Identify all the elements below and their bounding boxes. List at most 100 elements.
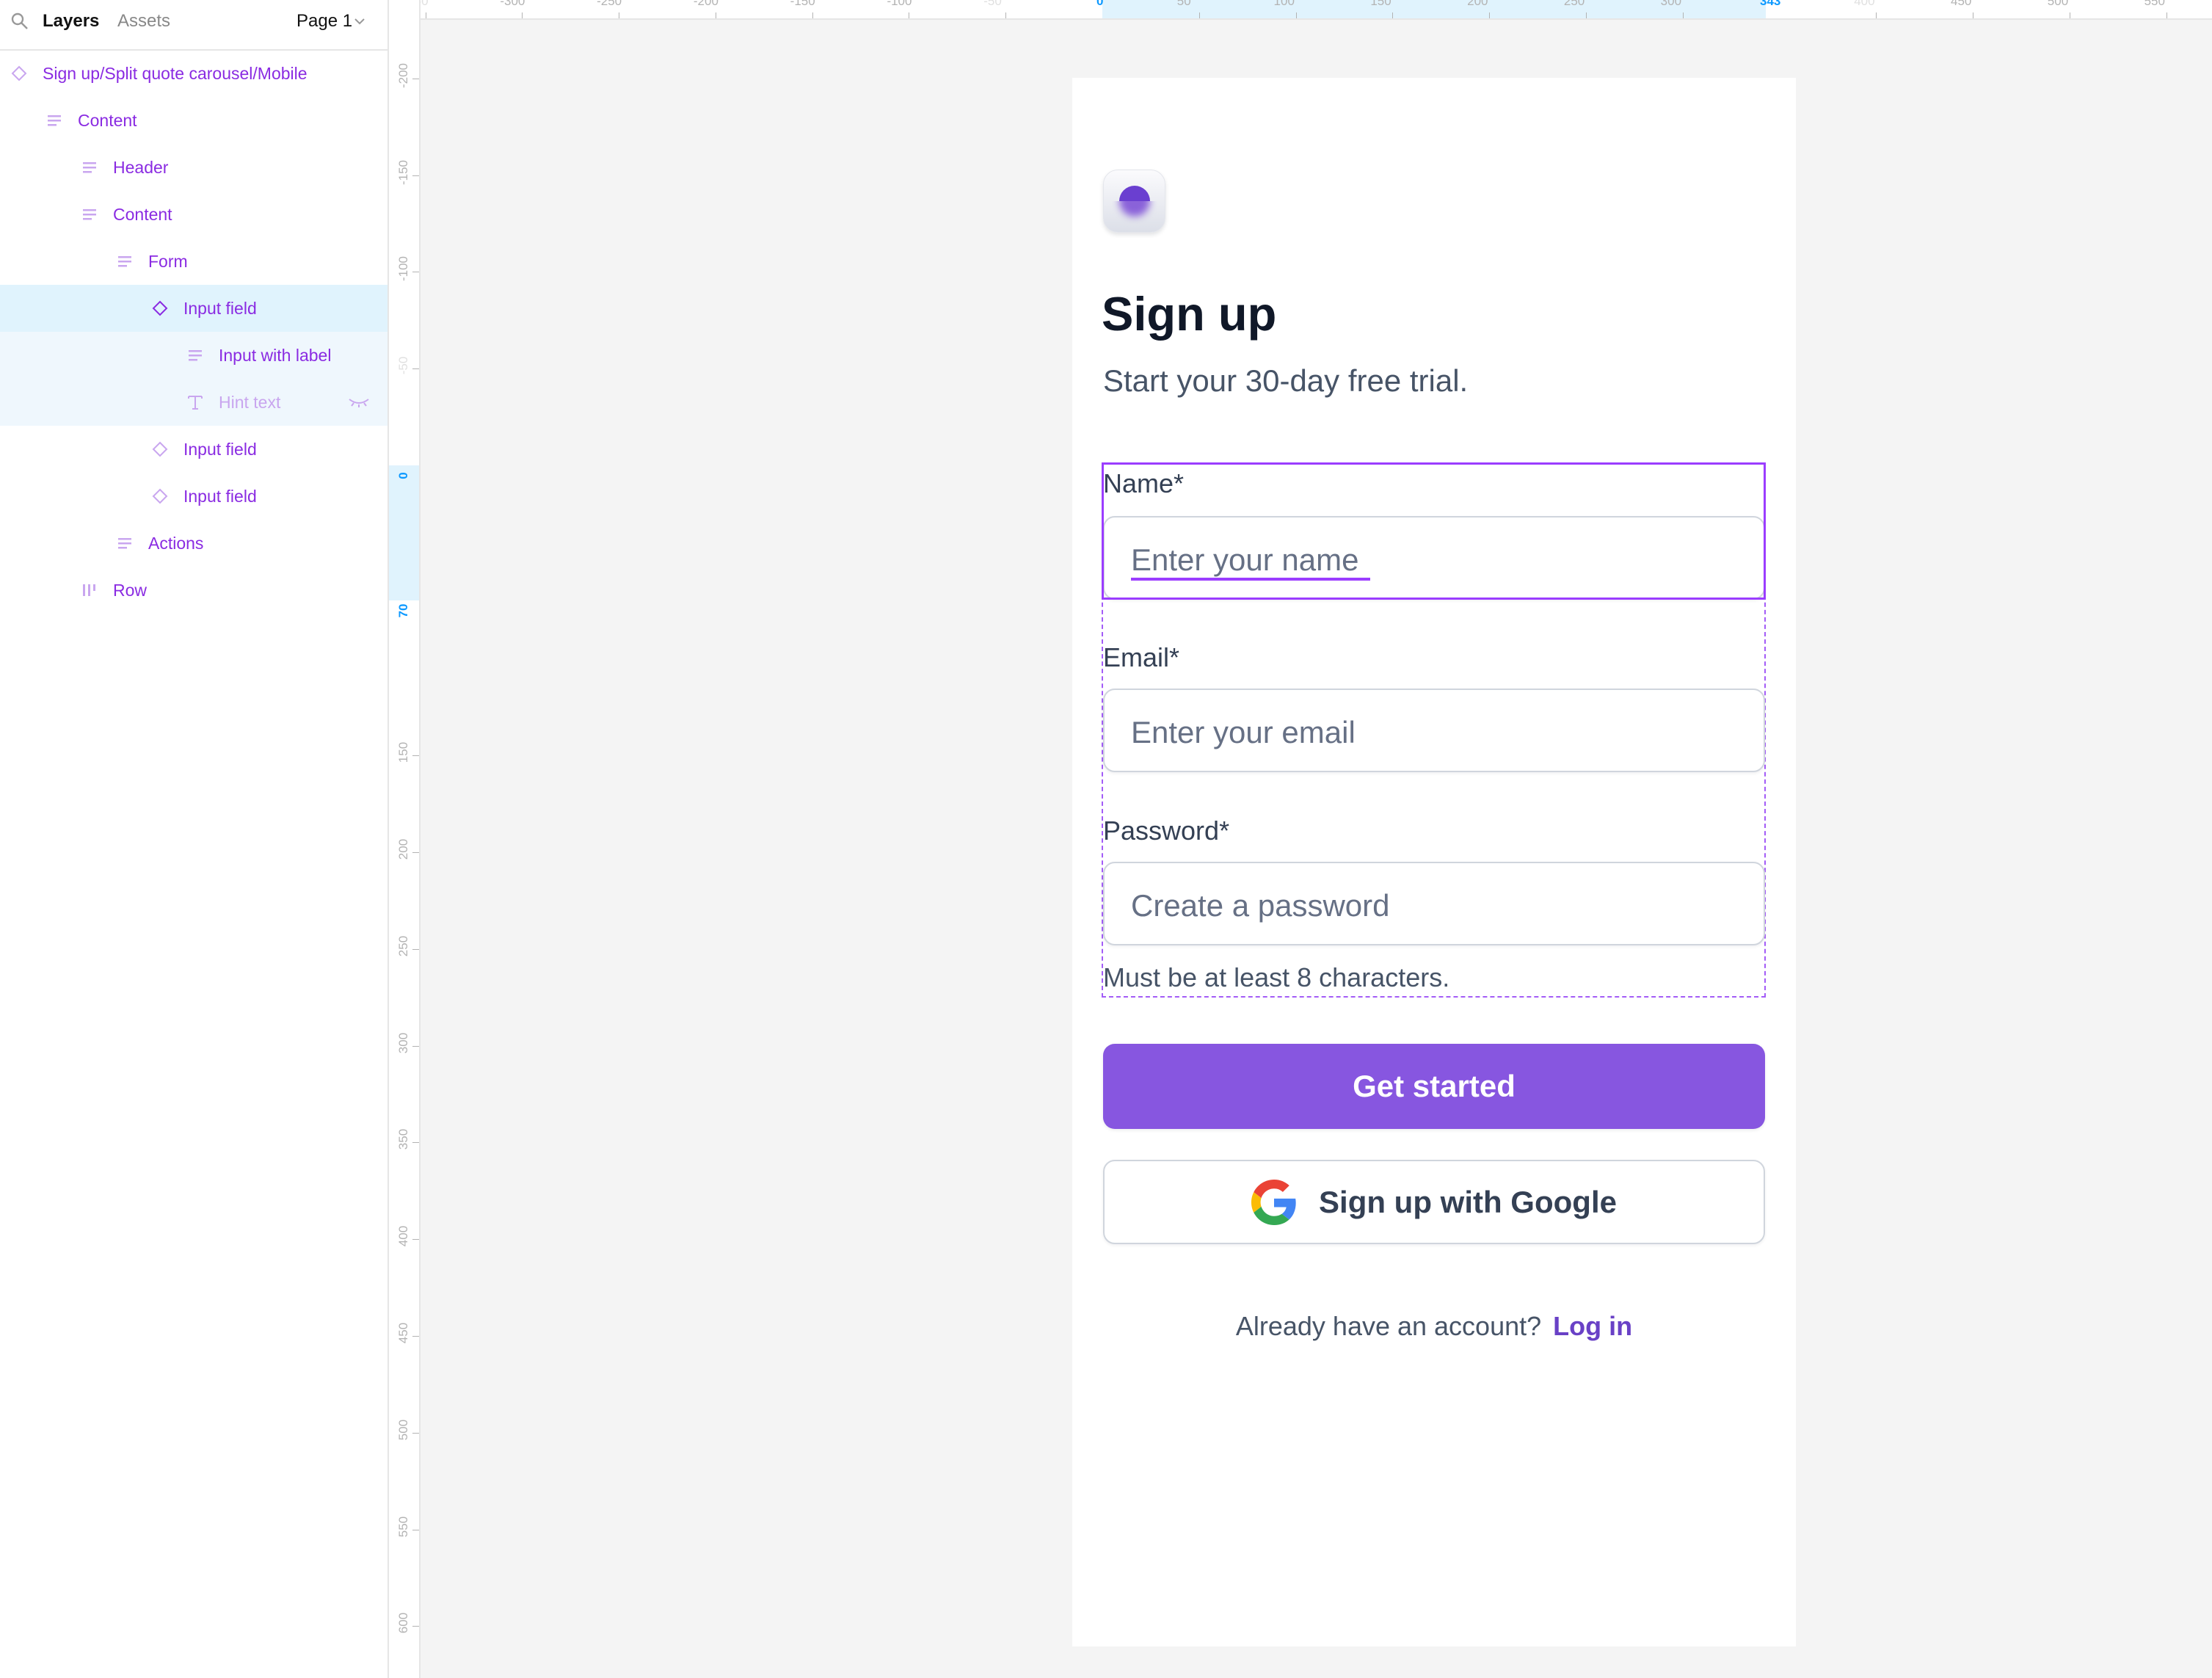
layers-panel-header: Layers Assets Page 1 bbox=[0, 0, 388, 51]
ruler-label: -200 bbox=[396, 62, 410, 88]
search-icon[interactable] bbox=[10, 12, 29, 31]
ruler-tick bbox=[412, 755, 419, 757]
chevron-down-icon[interactable] bbox=[354, 17, 365, 26]
selected-input-field-outline bbox=[1102, 462, 1766, 600]
ruler-label: 200 bbox=[396, 838, 410, 860]
ruler-label: -150 bbox=[396, 159, 410, 185]
ruler-label: -200 bbox=[693, 0, 718, 8]
layer-row[interactable]: Content bbox=[0, 97, 388, 144]
layer-name: Input field bbox=[183, 440, 257, 459]
tab-layers[interactable]: Layers bbox=[43, 10, 99, 32]
instance-icon bbox=[151, 440, 169, 458]
email-label: Email* bbox=[1103, 642, 1180, 672]
ruler-label: 0 bbox=[396, 472, 410, 479]
component-icon bbox=[10, 65, 28, 82]
ruler-label: 600 bbox=[396, 1613, 410, 1634]
ruler-tick bbox=[812, 12, 813, 18]
layer-row[interactable]: Actions bbox=[0, 520, 388, 567]
ruler-label: 150 bbox=[396, 742, 410, 763]
layer-name: Input field bbox=[183, 299, 257, 318]
ruler-tick bbox=[412, 1045, 419, 1047]
layer-name: Row bbox=[113, 581, 148, 600]
ruler-tick bbox=[1489, 12, 1491, 18]
ruler-label: 450 bbox=[396, 1322, 410, 1344]
ruler-label: 70 bbox=[396, 603, 410, 618]
page-title: Sign up bbox=[1102, 287, 1277, 341]
ruler-tick bbox=[412, 948, 419, 950]
ruler-label: 550 bbox=[396, 1516, 410, 1537]
ruler-tick bbox=[1392, 12, 1394, 18]
layer-name: Actions bbox=[148, 534, 204, 553]
ruler-label: 500 bbox=[396, 1419, 410, 1440]
password-placeholder: Create a password bbox=[1131, 888, 1390, 923]
layer-name: Header bbox=[113, 158, 169, 177]
google-logo-icon bbox=[1251, 1179, 1296, 1225]
instance-icon bbox=[151, 487, 169, 505]
auto-layout-vertical-icon bbox=[186, 346, 204, 364]
layer-row[interactable]: Input field bbox=[0, 426, 388, 473]
ruler-tick bbox=[2166, 12, 2167, 18]
layer-row[interactable]: Content bbox=[0, 191, 388, 238]
ruler-label: 250 bbox=[1563, 0, 1585, 8]
ruler-tick bbox=[1295, 12, 1297, 18]
ruler-label: -150 bbox=[790, 0, 815, 8]
ruler-label: -250 bbox=[597, 0, 622, 8]
ruler-label: 500 bbox=[2047, 0, 2069, 8]
layer-name: Input with label bbox=[219, 346, 332, 365]
layer-name: Input field bbox=[183, 487, 257, 506]
password-input[interactable]: Create a password bbox=[1103, 862, 1765, 945]
ruler-tick bbox=[412, 368, 419, 370]
layer-row[interactable]: Form bbox=[0, 238, 388, 285]
auto-layout-horizontal-icon bbox=[81, 581, 98, 599]
ruler-label: 350 bbox=[396, 1129, 410, 1150]
layer-row[interactable]: Header bbox=[0, 144, 388, 191]
ruler-tick bbox=[522, 12, 523, 18]
text-icon bbox=[186, 393, 204, 411]
app-logo bbox=[1103, 170, 1165, 233]
page-subtitle: Start your 30-day free trial. bbox=[1103, 363, 1469, 398]
login-prompt: Already have an account? Log in bbox=[1072, 1308, 1796, 1345]
instance-icon bbox=[151, 299, 169, 317]
ruler-label: 150 bbox=[1370, 0, 1391, 8]
tab-assets[interactable]: Assets bbox=[117, 10, 170, 32]
ruler-label: -350 bbox=[421, 0, 429, 8]
layer-row[interactable]: Input field bbox=[0, 473, 388, 520]
ruler-label: 100 bbox=[1273, 0, 1295, 8]
layer-name: Content bbox=[78, 111, 137, 130]
auto-layout-vertical-icon bbox=[46, 112, 63, 129]
ruler-tick bbox=[412, 1626, 419, 1627]
auto-layout-vertical-icon bbox=[81, 206, 98, 223]
auto-layout-vertical-icon bbox=[116, 253, 134, 270]
ruler-label: 300 bbox=[1660, 0, 1682, 8]
horizontal-ruler: -350 -300 -250 -200 -150 -100 -50 0 50 100 150 200 2… bbox=[421, 0, 2212, 20]
ruler-tick bbox=[412, 175, 419, 176]
layer-row[interactable]: Input field bbox=[0, 285, 388, 332]
ruler-label: 50 bbox=[1176, 0, 1191, 8]
ruler-tick bbox=[1682, 12, 1684, 18]
ruler-label: 200 bbox=[1467, 0, 1488, 8]
vertical-ruler: -200 -150 -100 -50 0 70 150 200 250 300 350 400 450 5… bbox=[389, 0, 421, 1678]
ruler-label: 400 bbox=[396, 1226, 410, 1247]
ruler-label: 550 bbox=[2144, 0, 2165, 8]
login-link[interactable]: Log in bbox=[1553, 1311, 1632, 1341]
ruler-label: -100 bbox=[396, 256, 410, 282]
ruler-label: 450 bbox=[1951, 0, 1972, 8]
ruler-label: -50 bbox=[396, 356, 410, 375]
ruler-tick bbox=[1005, 12, 1007, 18]
layer-row[interactable]: Row bbox=[0, 567, 388, 614]
layer-row[interactable]: Input with label bbox=[0, 332, 388, 379]
google-signup-button[interactable]: Sign up with Google bbox=[1103, 1160, 1765, 1244]
ruler-tick bbox=[412, 1239, 419, 1241]
password-label: Password* bbox=[1103, 816, 1230, 846]
ruler-label: -100 bbox=[887, 0, 912, 8]
eye-closed-icon[interactable] bbox=[348, 396, 370, 408]
layer-row[interactable]: Sign up/Split quote carousel/Mobile bbox=[0, 50, 388, 97]
auto-layout-vertical-icon bbox=[81, 159, 98, 176]
layer-name: Hint text bbox=[219, 393, 281, 412]
page-selector[interactable]: Page 1 bbox=[296, 10, 352, 32]
ruler-tick bbox=[412, 852, 419, 854]
email-input[interactable]: Enter your email bbox=[1103, 689, 1765, 772]
get-started-button[interactable]: Get started bbox=[1103, 1044, 1765, 1129]
auto-layout-vertical-icon bbox=[116, 534, 134, 552]
layer-row[interactable]: Hint text bbox=[0, 379, 388, 426]
